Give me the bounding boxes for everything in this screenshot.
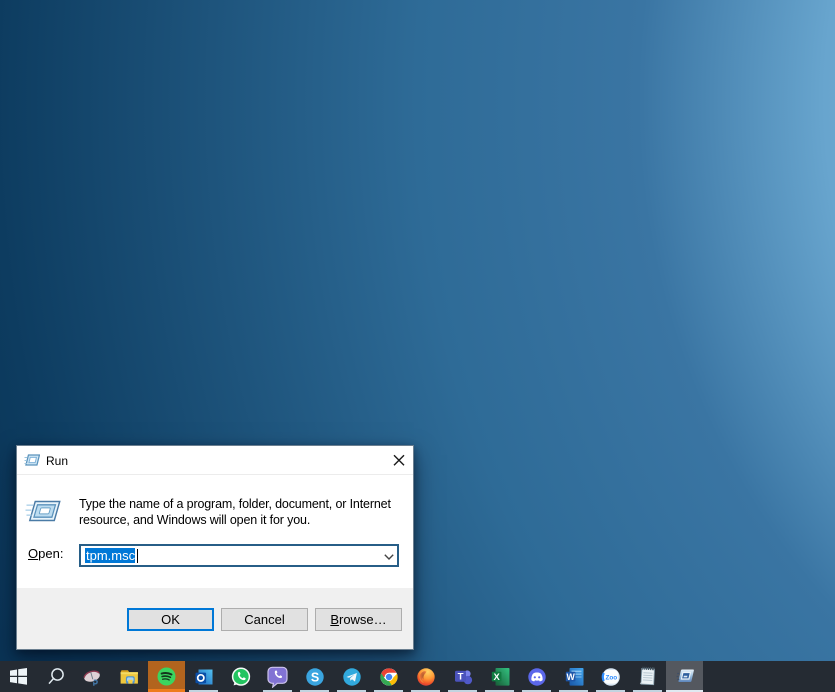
svg-text:Zoo: Zoo (605, 674, 617, 681)
svg-text:X: X (493, 671, 500, 682)
svg-text:W: W (566, 672, 575, 682)
svg-text:S: S (311, 670, 319, 684)
svg-text:T: T (458, 672, 464, 683)
